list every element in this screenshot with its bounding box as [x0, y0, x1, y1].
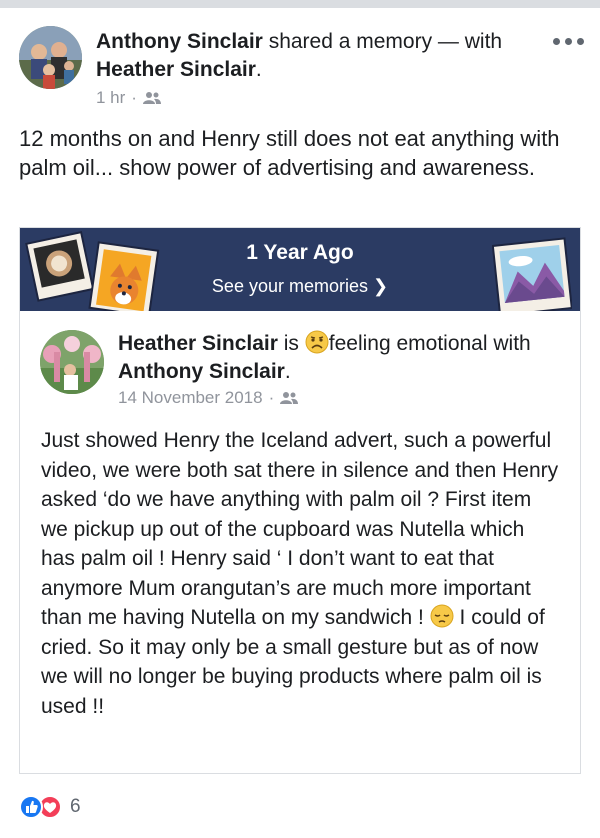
author-name[interactable]: Anthony Sinclair [96, 30, 263, 53]
post-text: 12 months on and Henry still does not ea… [19, 126, 560, 180]
shared-date[interactable]: 14 November 2018 [118, 388, 263, 408]
sad-face-icon [305, 330, 329, 354]
with-suffix: . [284, 360, 291, 383]
pensive-face-icon [430, 604, 454, 628]
author-avatar[interactable] [19, 26, 82, 89]
shared-meta: 14 November 2018 · [118, 388, 299, 408]
memory-banner[interactable]: 1 Year Ago See your memories ❯ [20, 228, 580, 311]
shared-author-line: Heather Sinclair is feeling emotional wi… [118, 330, 548, 386]
is-text: is [277, 332, 305, 355]
tagged-name[interactable]: Heather Sinclair [96, 58, 256, 81]
post-header: Anthony Sinclair shared a memory — with … [19, 26, 589, 116]
shared-author-avatar[interactable] [40, 330, 104, 394]
shared-post-header: Heather Sinclair is feeling emotional wi… [40, 328, 560, 418]
friends-icon[interactable] [142, 91, 161, 105]
shared-meta-dot: · [268, 388, 275, 407]
memory-illustration-right [492, 237, 572, 311]
reactions-bar[interactable]: 6 [19, 794, 81, 820]
shared-with-name[interactable]: Anthony Sinclair [118, 360, 285, 383]
with-text: with [487, 332, 531, 355]
reaction-count[interactable]: 6 [70, 796, 81, 818]
more-options-icon[interactable] [553, 36, 589, 46]
like-icon [19, 795, 43, 819]
shared-post-text: Just showed Henry the Iceland advert, su… [41, 426, 561, 721]
friends-icon[interactable] [280, 391, 299, 405]
shared-memory-text: shared a memory — with [262, 30, 503, 53]
feeling-text: feeling emotional [328, 332, 488, 355]
tagged-suffix: . [255, 58, 262, 81]
post-time[interactable]: 1 hr [96, 88, 125, 108]
meta-dot: · [131, 88, 137, 107]
shared-author-name[interactable]: Heather Sinclair [118, 332, 278, 355]
shared-text-part1: Just showed Henry the Iceland advert, su… [41, 429, 559, 629]
post-meta: 1 hr · [96, 88, 161, 108]
top-divider [0, 0, 600, 8]
memory-card[interactable]: 1 Year Ago See your memories ❯ Heather S… [19, 227, 581, 774]
post-author-line: Anthony Sinclair shared a memory — with … [96, 28, 536, 84]
